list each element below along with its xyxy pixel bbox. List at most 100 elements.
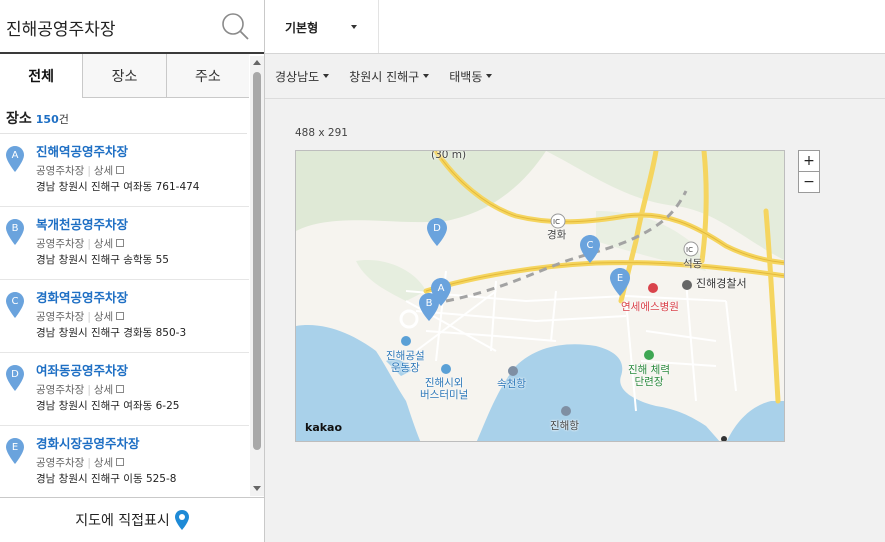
place-meta: 공영주차장 | 상세 <box>36 384 249 397</box>
result-list-scrollbar[interactable] <box>250 56 264 496</box>
external-link-icon[interactable] <box>116 239 125 247</box>
external-link-icon[interactable] <box>116 312 125 320</box>
map-marker-c-icon[interactable]: C <box>580 235 600 263</box>
map-type-value: 기본형 <box>285 21 319 35</box>
app-root: 전체 장소 주소 장소150건 A 진해역공영주차장 공영주차장|상세 경남 창… <box>0 0 885 542</box>
region-town-select[interactable]: 태백동 <box>449 68 493 85</box>
place-meta: 공영주차장 | 상세 <box>36 238 249 251</box>
separator: | <box>87 384 91 396</box>
map-terminal-label: 진해시외 버스터미널 <box>420 377 469 401</box>
external-link-icon[interactable] <box>116 166 125 174</box>
svg-text:E: E <box>12 442 18 453</box>
marker-a-icon: A <box>6 146 24 172</box>
map-hospital-label: 연세에스병원 <box>621 301 679 313</box>
svg-text:C: C <box>12 296 19 307</box>
map-marker-e-icon[interactable]: E <box>610 268 630 296</box>
place-meta: 공영주차장 | 상세 <box>36 457 249 470</box>
place-category: 공영주차장 <box>36 457 85 469</box>
place-name-link[interactable]: 경화역공영주차장 <box>36 290 249 306</box>
zoom-out-button[interactable]: − <box>799 172 819 193</box>
region-province-select[interactable]: 경상남도 <box>275 68 330 85</box>
list-item[interactable]: B 복개천공영주차장 공영주차장 | 상세 경남 창원시 진해구 송학동 55 <box>0 207 249 280</box>
map-marker-d-icon[interactable]: D <box>427 218 447 246</box>
map-size-label: 488 x 291 <box>295 127 348 139</box>
tab-places[interactable]: 장소 <box>82 54 166 97</box>
marker-e-icon: E <box>6 438 24 464</box>
result-count-header: 장소 150건 <box>0 98 247 134</box>
place-address: 경남 창원시 진해구 경화동 850-3 <box>36 327 187 339</box>
result-section-label: 장소 <box>6 111 32 127</box>
search-button[interactable] <box>220 11 252 43</box>
region-district-select[interactable]: 창원시 진해구 <box>349 68 430 85</box>
tab-addresses[interactable]: 주소 <box>165 54 249 97</box>
place-category: 공영주차장 <box>36 238 85 250</box>
external-link-icon[interactable] <box>116 385 125 393</box>
separator: | <box>87 238 91 250</box>
caret-down-icon <box>423 74 430 78</box>
separator: | <box>87 311 91 323</box>
scroll-down-arrow-icon[interactable] <box>253 486 261 491</box>
scroll-thumb[interactable] <box>253 72 261 450</box>
place-name-link[interactable]: 복개천공영주차장 <box>36 217 249 233</box>
place-name-link[interactable]: 여좌동공영주차장 <box>36 363 249 379</box>
place-address: 경남 창원시 진해구 여좌동 6-25 <box>36 400 180 412</box>
direct-mark-label: 지도에 직접표시 <box>75 513 170 529</box>
result-count: 150 <box>35 113 59 126</box>
list-item[interactable]: C 경화역공영주차장 공영주차장 | 상세 경남 창원시 진해구 경화동 850-3 <box>0 280 249 353</box>
place-address: 경남 창원시 진해구 이동 525-8 <box>36 473 177 485</box>
map-marker-b-icon[interactable]: B <box>419 293 439 321</box>
region-breadcrumb: 경상남도 창원시 진해구 태백동 <box>265 54 885 99</box>
search-bar <box>0 0 264 54</box>
map-police-label: 진해경찰서 <box>696 277 747 290</box>
map-ic-label: IC <box>553 218 560 226</box>
place-name-link[interactable]: 경화시장공영주차장 <box>36 436 249 452</box>
svg-text:D: D <box>433 223 441 234</box>
map-sokcheon-label: 속천항 <box>497 378 526 390</box>
list-item[interactable]: D 여좌동공영주차장 공영주차장 | 상세 경남 창원시 진해구 여좌동 6-25 <box>0 353 249 426</box>
map-port-label: 진해항 <box>550 420 579 432</box>
scroll-up-arrow-icon[interactable] <box>253 60 261 65</box>
map-ic-label: IC <box>686 246 693 254</box>
detail-link[interactable]: 상세 <box>94 384 113 396</box>
svg-text:C: C <box>587 240 594 251</box>
marker-c-icon: C <box>6 292 24 318</box>
tab-all[interactable]: 전체 <box>0 54 83 98</box>
caret-down-icon <box>323 74 330 78</box>
svg-text:B: B <box>12 223 19 234</box>
external-link-icon[interactable] <box>116 458 125 466</box>
zoom-in-button[interactable]: + <box>799 151 819 172</box>
marker-d-icon: D <box>6 365 24 391</box>
caret-down-icon <box>486 74 493 78</box>
map-type-bar: 기본형 <box>265 0 885 54</box>
region-town-label: 태백동 <box>449 69 483 84</box>
search-input[interactable] <box>6 12 211 42</box>
place-address: 경남 창원시 진해구 송학동 55 <box>36 254 169 266</box>
place-address: 경남 창원시 진해구 여좌동 761-474 <box>36 181 200 193</box>
map-base-layer <box>296 151 784 441</box>
place-meta: 공영주차장 | 상세 <box>36 311 249 324</box>
detail-link[interactable]: 상세 <box>94 311 113 323</box>
direct-mark-button[interactable]: 지도에 직접표시 <box>0 497 264 542</box>
detail-link[interactable]: 상세 <box>94 165 113 177</box>
result-count-unit: 건 <box>58 113 69 126</box>
map-view[interactable]: (30 m) IC 경화 IC 석동 진해경찰서 연세에스병원 진해공설 운동장 … <box>295 150 785 442</box>
svg-text:D: D <box>11 369 19 380</box>
place-name-link[interactable]: 진해역공영주차장 <box>36 144 249 160</box>
map-pin-icon <box>174 510 189 530</box>
svg-text:B: B <box>426 298 433 309</box>
zoom-control: + − <box>798 150 820 193</box>
list-item[interactable]: E 경화시장공영주차장 공영주차장 | 상세 경남 창원시 진해구 이동 525-8 <box>0 426 249 496</box>
map-attribution-logo: kakao <box>305 421 343 434</box>
map-gyeonghwa-label: 경화 <box>547 229 567 241</box>
detail-link[interactable]: 상세 <box>94 238 113 250</box>
map-road-label: (30 m) <box>431 150 467 161</box>
right-panel: 기본형 경상남도 창원시 진해구 태백동 488 x 291 (30 m) IC… <box>265 0 885 542</box>
list-item[interactable]: A 진해역공영주차장 공영주차장 | 상세 경남 창원시 진해구 여좌동 761-4… <box>0 134 249 207</box>
region-district-label: 창원시 진해구 <box>349 69 420 84</box>
map-sports-label: 진해 체력 단련장 <box>628 364 670 388</box>
region-province-label: 경상남도 <box>275 69 320 84</box>
map-type-select[interactable]: 기본형 <box>265 0 379 53</box>
separator: | <box>87 457 91 469</box>
separator: | <box>87 165 91 177</box>
detail-link[interactable]: 상세 <box>94 457 113 469</box>
